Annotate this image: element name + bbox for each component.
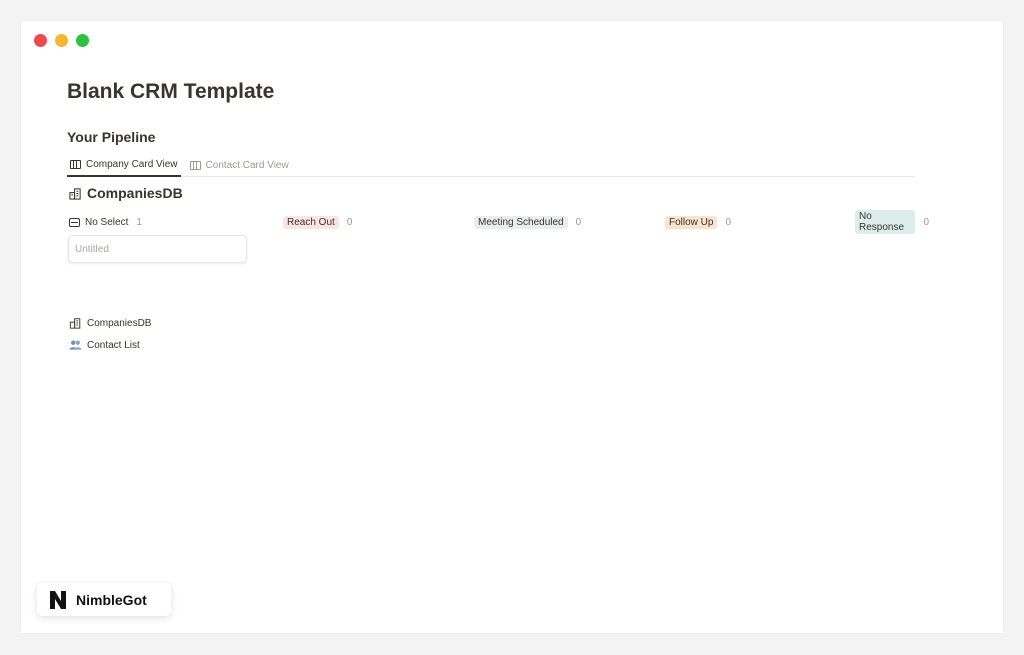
column-count: 0 bbox=[725, 216, 732, 228]
column-count: 1 bbox=[136, 216, 142, 228]
people-icon bbox=[69, 340, 82, 350]
status-tag: Meeting Scheduled bbox=[474, 215, 568, 229]
column-count: 0 bbox=[923, 216, 929, 228]
maximize-window-button[interactable] bbox=[76, 34, 89, 47]
link-label: CompaniesDB bbox=[87, 317, 152, 329]
column-header-reach-out[interactable]: Reach Out 0 bbox=[283, 214, 352, 230]
building-icon bbox=[69, 187, 81, 200]
database-title-text: CompaniesDB bbox=[87, 185, 183, 201]
page-title: Blank CRM Template bbox=[67, 80, 275, 103]
link-companiesdb[interactable]: CompaniesDB bbox=[69, 312, 151, 334]
status-tag: No Response bbox=[855, 210, 916, 234]
tab-company-card-view[interactable]: Company Card View bbox=[67, 153, 181, 177]
status-tag: Follow Up bbox=[665, 215, 718, 229]
column-header-meeting-scheduled[interactable]: Meeting Scheduled 0 bbox=[474, 214, 581, 230]
minimize-window-button[interactable] bbox=[55, 34, 68, 47]
board-icon bbox=[70, 159, 81, 169]
app-window bbox=[21, 21, 1003, 633]
badge-text: NimbleGot bbox=[76, 591, 147, 608]
section-title: Your Pipeline bbox=[67, 129, 156, 145]
database-title[interactable]: CompaniesDB bbox=[69, 185, 183, 201]
kanban-board: No Select 1 Reach Out 0 Meeting Schedule… bbox=[69, 210, 929, 234]
window-controls bbox=[34, 34, 89, 47]
status-tag: Reach Out bbox=[283, 215, 339, 229]
building-icon bbox=[69, 318, 81, 329]
no-select-label: No Select bbox=[69, 217, 128, 228]
card-title-placeholder: Untitled bbox=[75, 244, 109, 255]
board-icon bbox=[189, 160, 201, 170]
linked-pages: CompaniesDB Contact List bbox=[69, 312, 151, 356]
nimblegot-badge[interactable]: NimbleGot bbox=[37, 583, 171, 616]
tab-label: Contact Card View bbox=[205, 159, 289, 171]
column-header-no-response[interactable]: No Response 0 bbox=[855, 210, 929, 234]
board-card[interactable]: Untitled bbox=[68, 235, 247, 263]
tab-contact-card-view[interactable]: Contact Card View bbox=[187, 153, 292, 177]
column-count: 0 bbox=[346, 216, 353, 228]
link-label: Contact List bbox=[87, 339, 140, 351]
inbox-icon bbox=[69, 217, 80, 227]
tab-label: Company Card View bbox=[86, 158, 178, 170]
view-tabs: Company Card View Contact Card View bbox=[67, 153, 915, 177]
link-contact-list[interactable]: Contact List bbox=[69, 334, 151, 356]
column-label: No Select bbox=[85, 216, 129, 228]
column-count: 0 bbox=[575, 216, 582, 228]
n-logo-icon bbox=[50, 590, 66, 609]
close-window-button[interactable] bbox=[34, 34, 47, 47]
column-header-follow-up[interactable]: Follow Up 0 bbox=[665, 214, 731, 230]
column-header-no-select[interactable]: No Select 1 bbox=[69, 214, 142, 230]
